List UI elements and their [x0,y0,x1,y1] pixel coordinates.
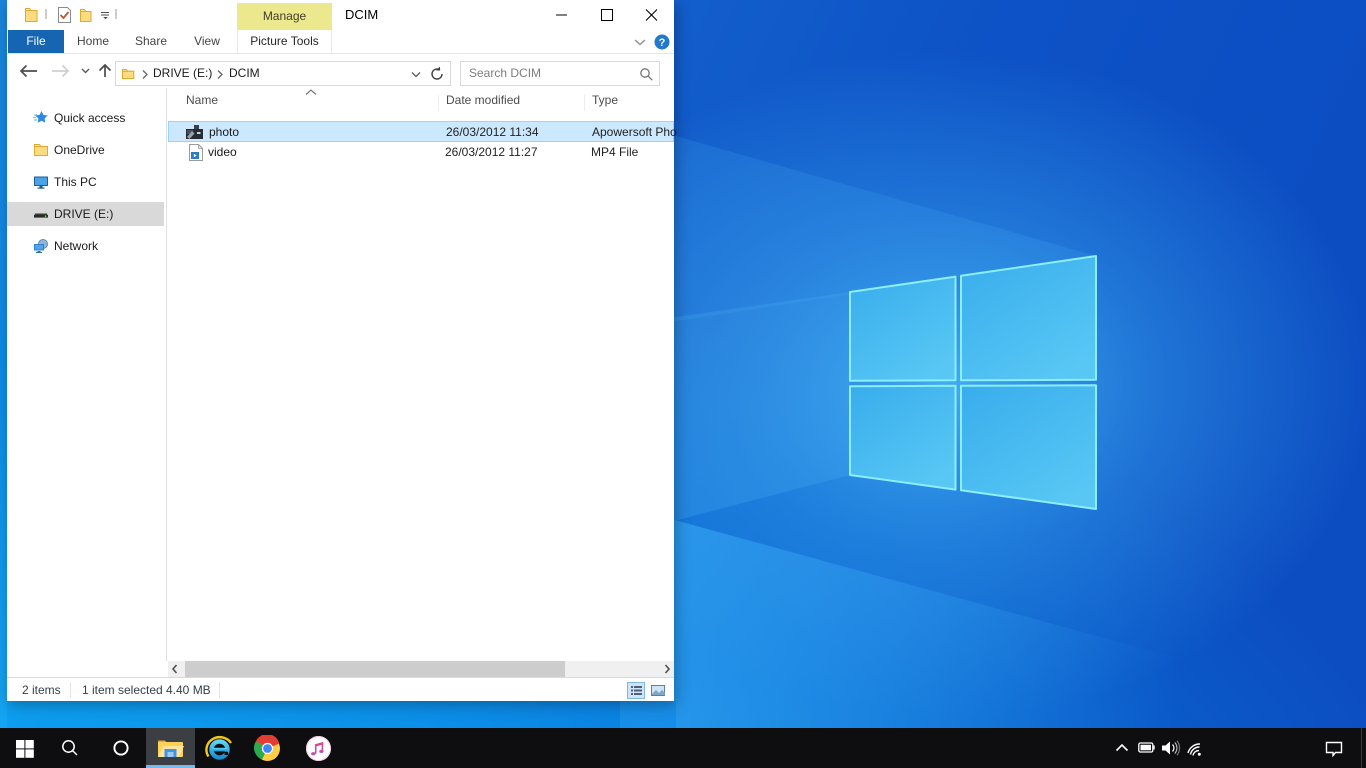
svg-text:?: ? [659,37,666,49]
